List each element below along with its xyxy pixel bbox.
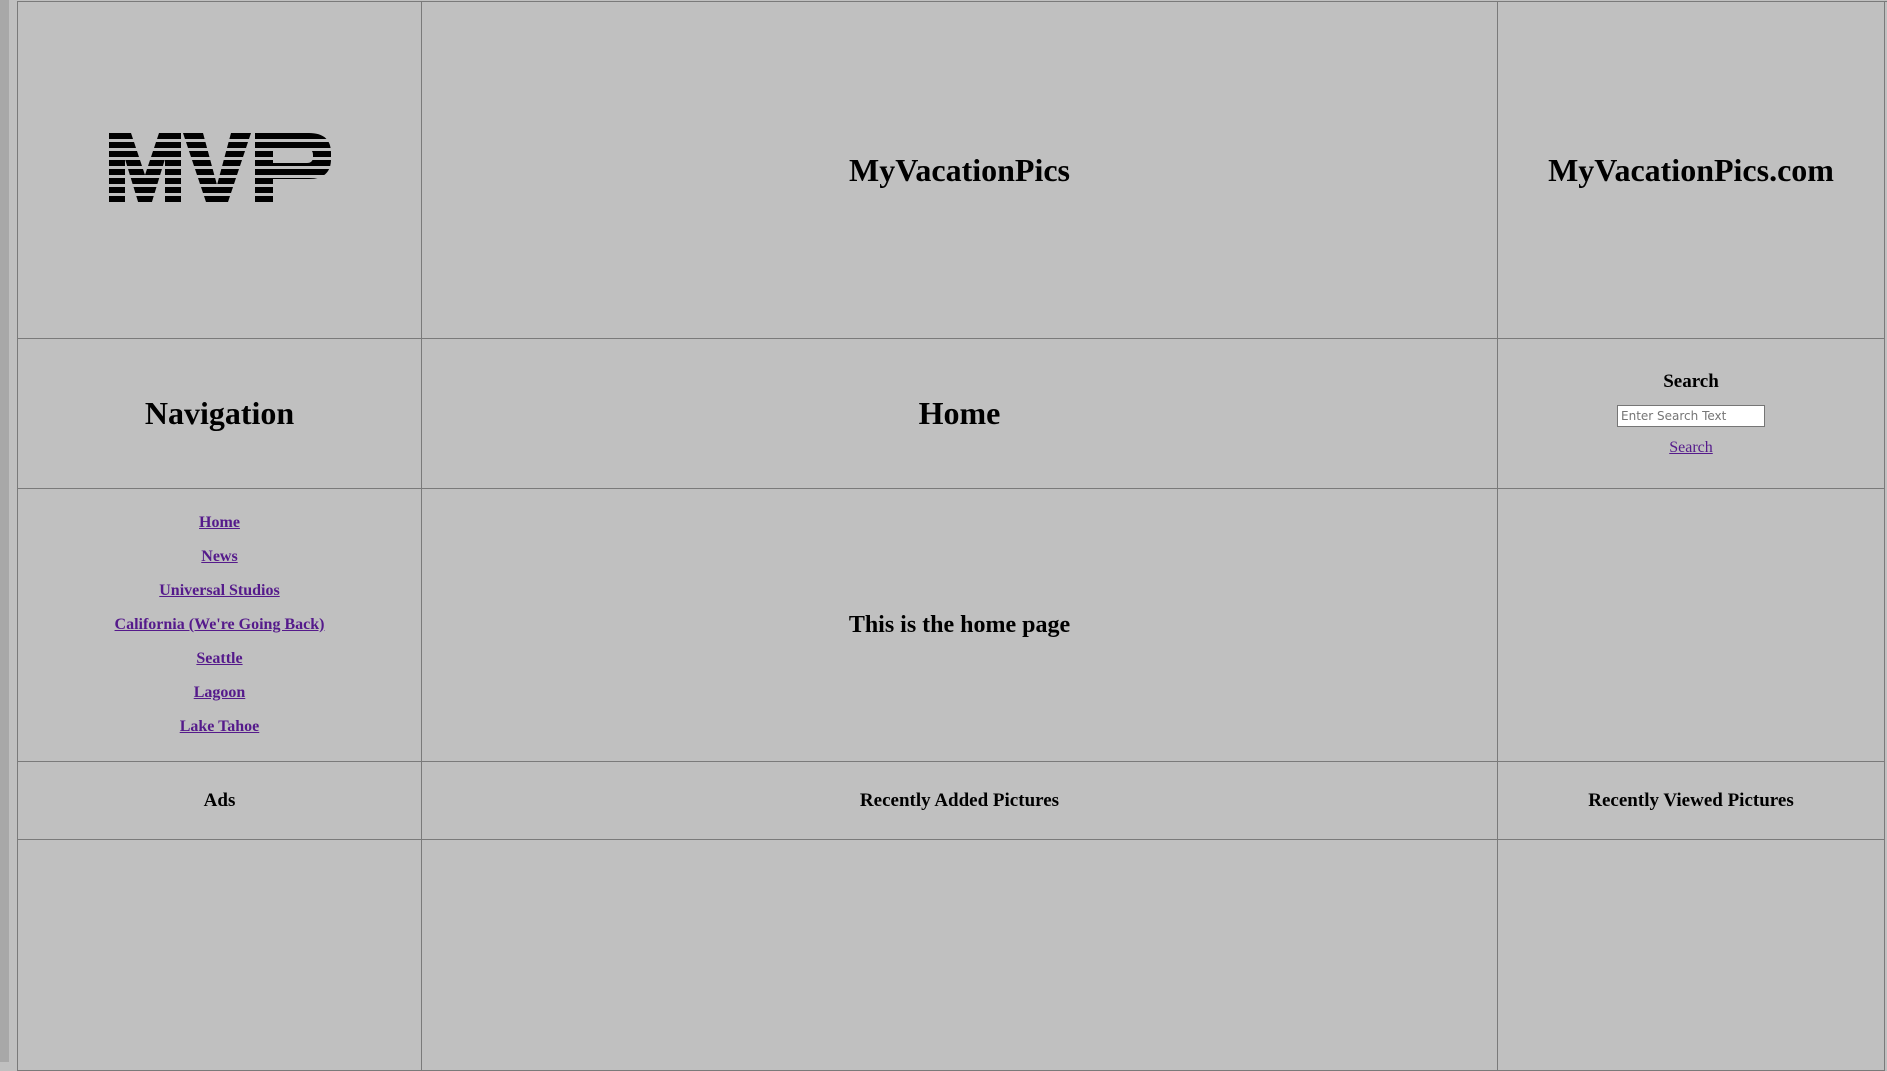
nav-link-home[interactable]: Home (199, 514, 240, 531)
search-button[interactable]: Search (1669, 439, 1713, 457)
nav-link-california[interactable]: California (We're Going Back) (115, 616, 325, 633)
list-item: Seattle (196, 649, 242, 669)
search-heading: Search (1663, 370, 1719, 392)
page-layout-table: MyVacationPics MyVacationPics.com Naviga… (17, 1, 1887, 1071)
site-domain-cell: MyVacationPics.com (1498, 2, 1885, 339)
nav-link-universal-studios[interactable]: Universal Studios (159, 582, 279, 599)
recently-viewed-heading-cell: Recently Viewed Pictures (1498, 762, 1885, 840)
search-input[interactable] (1617, 404, 1765, 427)
recently-added-content-cell (422, 840, 1498, 1071)
search-form: Search Search (1617, 371, 1765, 457)
list-item: Universal Studios (159, 581, 279, 601)
ads-heading-cell: Ads (18, 762, 422, 840)
nav-link-news[interactable]: News (201, 548, 237, 565)
nav-list: Home News Universal Studios California (… (115, 513, 325, 737)
main-content-cell: This is the home page (422, 489, 1498, 762)
recently-added-heading-cell: Recently Added Pictures (422, 762, 1498, 840)
nav-link-seattle[interactable]: Seattle (196, 650, 242, 667)
navigation-heading-cell: Navigation (18, 339, 422, 489)
recently-viewed-heading: Recently Viewed Pictures (1588, 789, 1794, 811)
list-item: News (201, 547, 237, 567)
page-title-cell: Home (422, 339, 1498, 489)
logo-cell (18, 2, 422, 339)
left-edge-strip (0, 0, 9, 1062)
nav-links-cell: Home News Universal Studios California (… (18, 489, 422, 762)
list-item: Lake Tahoe (180, 717, 260, 737)
site-domain: MyVacationPics.com (1548, 151, 1834, 188)
recently-added-heading: Recently Added Pictures (859, 789, 1060, 811)
list-item: California (We're Going Back) (115, 615, 325, 635)
recently-viewed-content-cell (1498, 840, 1885, 1071)
nav-link-lake-tahoe[interactable]: Lake Tahoe (180, 718, 260, 735)
list-item: Lagoon (194, 683, 246, 703)
main-body-text: This is the home page (848, 611, 1071, 638)
list-item: Home (199, 513, 240, 533)
search-cell: Search Search (1498, 339, 1885, 489)
nav-link-lagoon[interactable]: Lagoon (194, 684, 246, 701)
ads-content-cell (18, 840, 422, 1071)
site-title: MyVacationPics (848, 151, 1070, 188)
page-title: Home (918, 395, 1001, 431)
site-title-cell: MyVacationPics (422, 2, 1498, 339)
mvp-logo (108, 133, 331, 205)
right-empty-cell (1498, 489, 1885, 762)
ads-heading: Ads (203, 789, 236, 811)
navigation-heading: Navigation (144, 395, 295, 431)
